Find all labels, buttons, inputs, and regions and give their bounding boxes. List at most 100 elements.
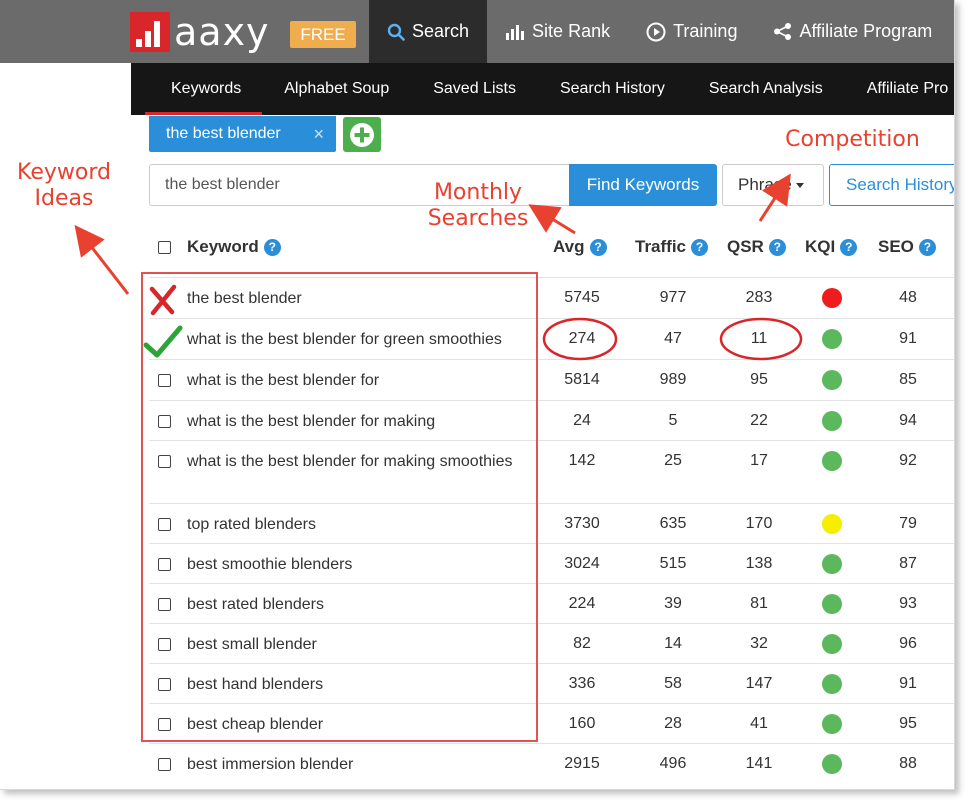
bar-chart-icon [505, 23, 525, 41]
select-all-checkbox[interactable] [158, 241, 171, 254]
table-header: Keyword ? Avg ? Traffic ? QSR ? KQI ? SE… [149, 227, 954, 267]
col-traffic[interactable]: Traffic ? [635, 237, 709, 257]
traffic-cell: 989 [659, 371, 687, 388]
logo-text: aaxy [174, 10, 270, 54]
seo-cell: 91 [899, 330, 917, 347]
topnav-training[interactable]: Training [628, 0, 755, 63]
seo-cell: 95 [899, 715, 917, 732]
phrase-dropdown[interactable]: Phrase [722, 164, 824, 206]
keyword-cell[interactable]: best immersion blender [187, 752, 547, 777]
kqi-indicator [822, 754, 842, 774]
traffic-cell: 977 [659, 289, 687, 306]
sub-nav: Keywords Alphabet Soup Saved Lists Searc… [131, 63, 954, 115]
qsr-cell: 81 [750, 595, 768, 612]
avg-cell: 336 [568, 675, 596, 692]
seo-cell: 48 [899, 289, 917, 306]
qsr-cell: 147 [745, 675, 773, 692]
tab-search-history[interactable]: Search History [538, 63, 687, 115]
col-kqi[interactable]: KQI ? [805, 237, 858, 257]
col-qsr[interactable]: QSR ? [727, 237, 786, 257]
qsr-cell: 138 [745, 555, 773, 572]
avg-cell: 5745 [564, 289, 600, 306]
close-icon[interactable]: × [313, 116, 324, 152]
col-kqi-label: KQI [805, 237, 836, 256]
help-icon[interactable]: ? [691, 238, 709, 256]
phrase-dropdown-label: Phrase [738, 175, 792, 194]
play-circle-icon [646, 22, 666, 42]
help-icon[interactable]: ? [263, 238, 281, 256]
traffic-cell: 25 [664, 452, 682, 469]
kqi-indicator [822, 370, 842, 390]
seo-cell: 91 [899, 675, 917, 692]
seo-cell: 93 [899, 595, 917, 612]
kqi-indicator [822, 514, 842, 534]
topnav-search[interactable]: Search [369, 0, 488, 63]
help-icon[interactable]: ? [768, 238, 786, 256]
col-traffic-label: Traffic [635, 237, 687, 256]
seo-cell: 85 [899, 371, 917, 388]
kqi-indicator [822, 411, 842, 431]
plus-circle-icon [350, 122, 374, 147]
qsr-cell: 95 [750, 371, 768, 388]
qsr-cell: 22 [750, 412, 768, 429]
qsr-cell: 17 [750, 452, 768, 469]
qsr-cell: 170 [745, 515, 773, 532]
seo-cell: 79 [899, 515, 917, 532]
find-keywords-button[interactable]: Find Keywords [569, 164, 717, 206]
search-history-button[interactable]: Search History [829, 164, 954, 206]
topnav-site-rank-label: Site Rank [532, 21, 611, 41]
seo-cell: 87 [899, 555, 917, 572]
keyword-tag-label: the best blender [166, 125, 281, 142]
avg-cell: 3730 [564, 515, 600, 532]
seo-cell: 92 [899, 452, 917, 469]
kqi-indicator [822, 288, 842, 308]
kqi-indicator [822, 329, 842, 349]
kqi-indicator [822, 634, 842, 654]
qsr-cell: 11 [750, 330, 768, 347]
traffic-cell: 14 [664, 635, 682, 652]
row-checkbox[interactable] [158, 758, 171, 771]
arrow-keyword-ideas [74, 224, 130, 295]
traffic-cell: 635 [659, 515, 687, 532]
traffic-cell: 496 [659, 755, 687, 772]
seo-cell: 94 [899, 412, 917, 429]
topnav-site-rank[interactable]: Site Rank [487, 0, 628, 63]
topnav-affiliate-program-label: Affiliate Program [799, 21, 933, 41]
tab-alphabet-soup[interactable]: Alphabet Soup [262, 63, 411, 115]
col-seo[interactable]: SEO ? [878, 237, 936, 257]
seo-cell: 88 [899, 755, 917, 772]
help-icon[interactable]: ? [840, 238, 858, 256]
traffic-cell: 39 [664, 595, 682, 612]
topnav-search-label: Search [412, 21, 470, 41]
qsr-cell: 283 [745, 289, 773, 306]
table-row[interactable]: best immersion blender 2915 496 141 88 [149, 743, 954, 783]
avg-cell: 82 [573, 635, 591, 652]
kqi-indicator [822, 674, 842, 694]
col-avg-label: Avg [553, 237, 585, 256]
caret-down-icon [795, 183, 804, 189]
help-icon[interactable]: ? [918, 238, 936, 256]
keyword-tag[interactable]: the best blender × [149, 116, 336, 152]
tab-affiliate-pro[interactable]: Affiliate Pro [845, 63, 954, 115]
tab-search-analysis[interactable]: Search Analysis [687, 63, 845, 115]
tab-keywords[interactable]: Keywords [131, 63, 263, 115]
tab-saved-lists[interactable]: Saved Lists [411, 63, 538, 115]
col-keyword-label: Keyword [187, 237, 259, 256]
help-icon[interactable]: ? [589, 238, 607, 256]
avg-cell: 3024 [564, 555, 600, 572]
avg-cell: 142 [568, 452, 596, 469]
jaaxy-logo[interactable]: aaxy [130, 12, 270, 52]
col-avg[interactable]: Avg ? [553, 237, 607, 257]
avg-cell: 224 [568, 595, 596, 612]
col-keyword[interactable]: Keyword ? [187, 237, 281, 257]
topnav-affiliate-program[interactable]: Affiliate Program [755, 0, 950, 63]
page-frame: aaxy FREE Search Site Rank Training Affi… [0, 0, 955, 790]
avg-cell: 160 [568, 715, 596, 732]
traffic-cell: 58 [664, 675, 682, 692]
kqi-indicator [822, 714, 842, 734]
avg-cell: 2915 [564, 755, 600, 772]
add-keyword-button[interactable] [343, 117, 381, 152]
logo-mark [130, 12, 170, 52]
keyword-ideas-highlight-box [141, 272, 538, 742]
kqi-indicator [822, 451, 842, 471]
